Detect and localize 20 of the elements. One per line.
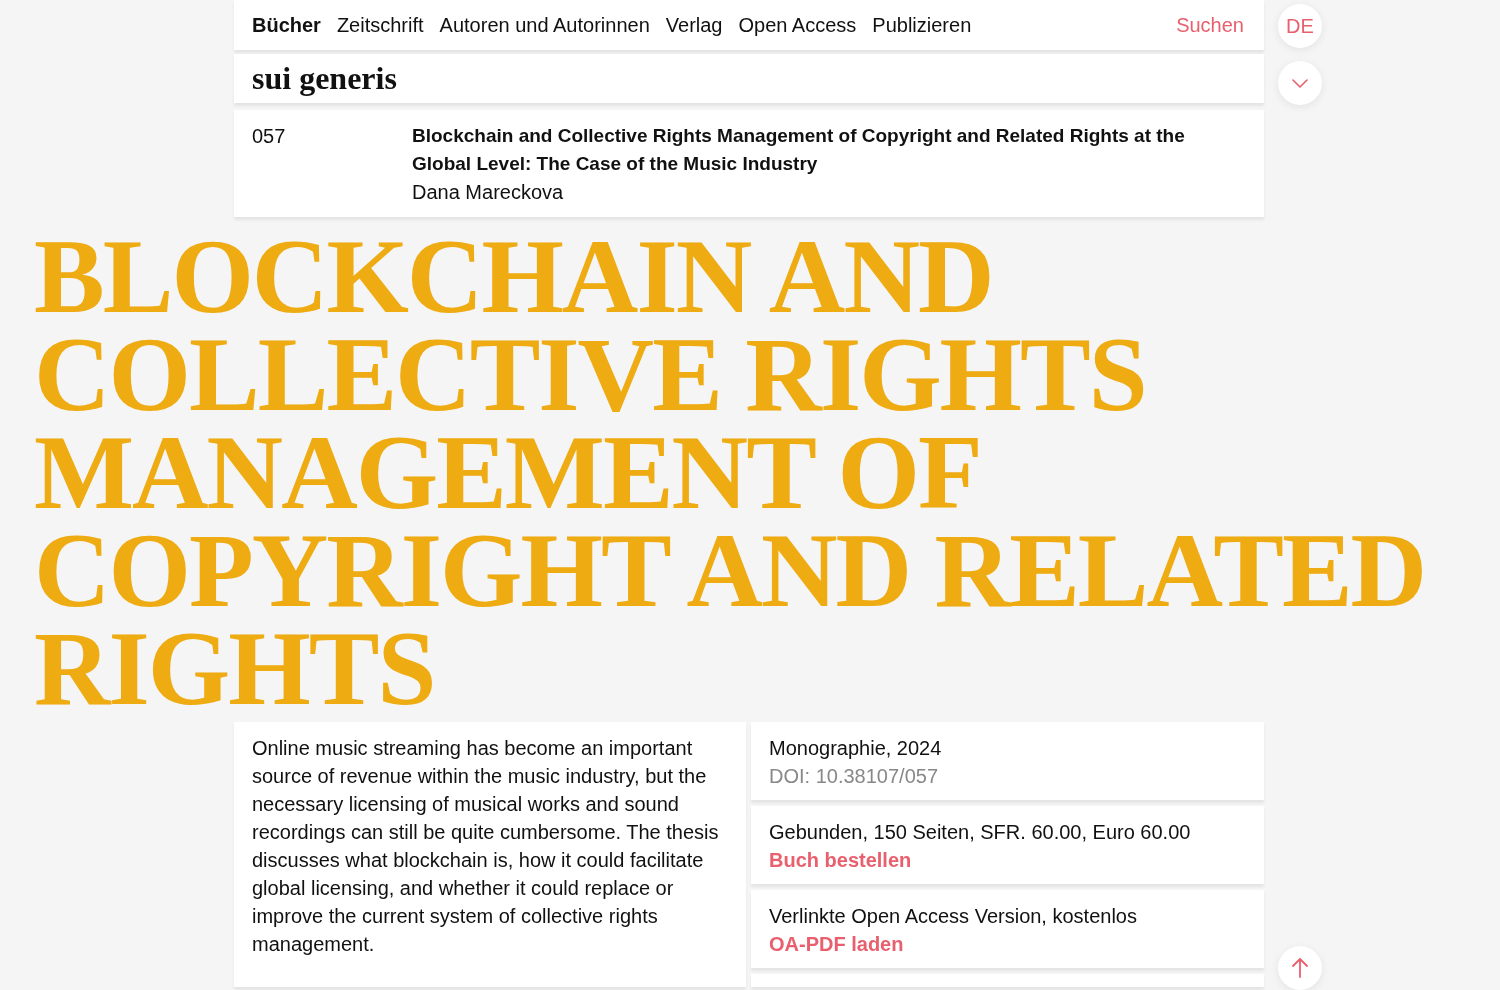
nav-link[interactable]: Zeitschrift [336,13,424,37]
nav-link[interactable]: Verlag [665,13,723,37]
book-title: Blockchain and Collective Rights Management of Copyright and Related Rights at the Global Level: The Case of the Music Industry [412,124,1186,176]
abstract-text: Online music streaming has become an important source of revenue within the music industry, but the necessary licensing of musical works and sound recordings can still be quite cumbersome. The thesis discusses what blockchain is, how it could facilitate global licensing, and whether it could replace or improve the current system of collective rights management. [252,736,720,957]
series-title[interactable]: sui generis [252,60,397,97]
expand-button[interactable] [1278,61,1322,105]
arrow-up-icon [1292,958,1308,978]
book-author: Dana Mareckova [412,180,565,205]
nav-link[interactable]: Open Access [738,13,857,37]
info-text: Verlinkte Open Access Version, kostenlos [769,904,1138,929]
nav-link[interactable]: Autoren und Autorinnen [439,13,650,37]
info-text: Gebunden, 150 Seiten, SFR. 60.00, Euro 60.00 [769,820,1192,845]
info-text: Monographie, 2024 [769,736,943,761]
back-to-top-button[interactable] [1278,946,1322,990]
book-heading: BLOCKCHAIN AND COLLECTIVE RIGHTS MANAGEMENT OF COPYRIGHT AND RELATED RIGHTS [34,228,1427,718]
nav-link[interactable]: Bücher [252,13,321,37]
book-number: 057 [252,124,287,149]
nav-link[interactable]: Publizieren [872,13,972,37]
doi-text: DOI: 10.38107/057 [769,764,939,789]
chevron-down-icon [1292,78,1308,88]
